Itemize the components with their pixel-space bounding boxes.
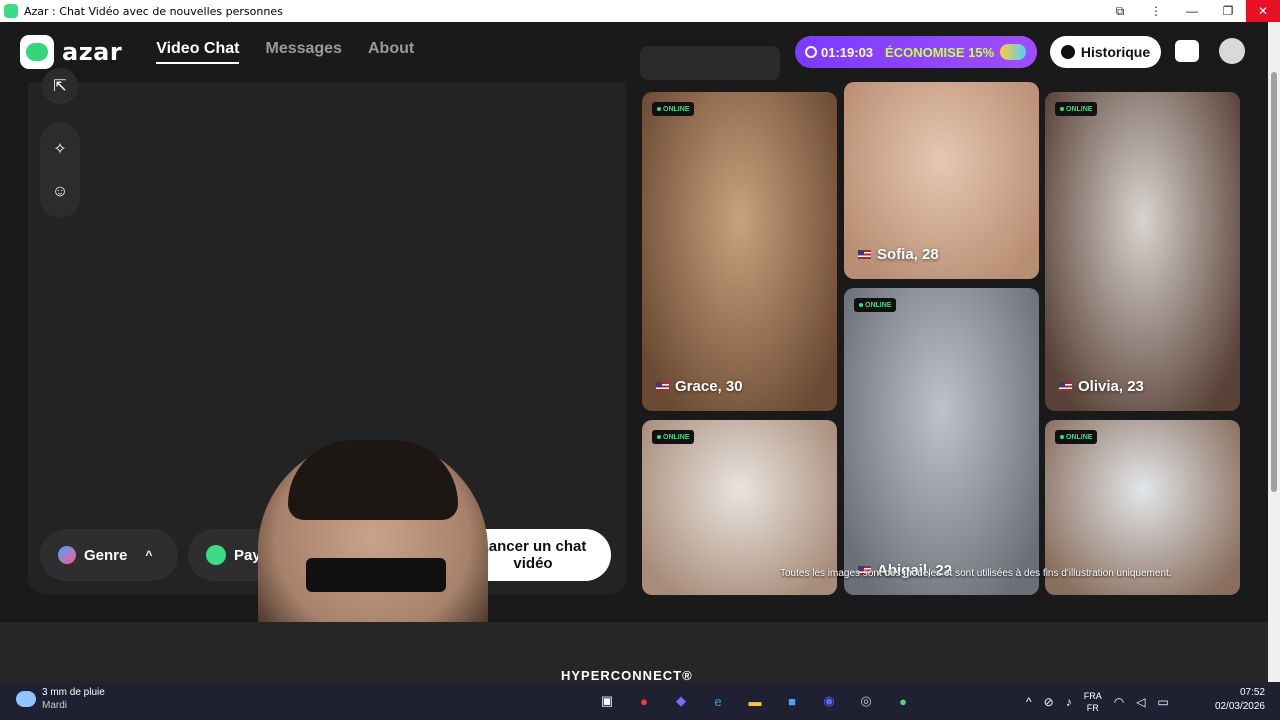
online-badge: ONLINE (652, 102, 695, 116)
profile-name: Sofia, 28 (858, 246, 939, 263)
coins-icon (1000, 44, 1027, 60)
online-badge: ONLINE (1055, 102, 1098, 116)
extension-icon[interactable]: ⧉ (1102, 0, 1138, 22)
us-flag-icon (656, 382, 669, 391)
promo-timer: 01:19:03 (821, 44, 874, 60)
minimize-button[interactable]: — (1174, 0, 1210, 22)
lang-line1: FRA (1083, 691, 1102, 701)
scrollbar[interactable] (1268, 22, 1280, 682)
webcam-hair (288, 440, 458, 520)
online-badge: ONLINE (1055, 430, 1098, 444)
promo-label: ÉCONOMISE 15% (885, 44, 995, 60)
globe-icon (206, 545, 226, 565)
footer-brand: HYPERCONNECT® (561, 668, 693, 683)
nav-messages[interactable]: Messages (265, 40, 342, 64)
online-badge: ONLINE (652, 430, 695, 444)
clock-date: 02/03/2026 (1214, 701, 1265, 712)
chevron-up-icon: ^ (145, 548, 153, 562)
profile-name-text: Sofia, 28 (877, 246, 939, 263)
expand-icon[interactable]: ⇱ (42, 68, 78, 104)
window-title: Azar : Chat Vidéo avec de nouvelles pers… (24, 4, 283, 18)
profile-card[interactable]: Sofia, 28 (844, 82, 1039, 279)
taskbar-apps: ▣ ● ◆ e ▬ ■ ◉ ◎ ● (595, 689, 915, 713)
store-icon[interactable] (1175, 40, 1199, 62)
gender-label: Genre (84, 546, 128, 564)
history-button[interactable]: Historique (1050, 36, 1161, 68)
webcam-glasses (306, 558, 446, 592)
task-view-icon[interactable]: ▣ (595, 689, 619, 713)
azar-logo-icon (20, 35, 54, 69)
chrome-icon[interactable]: ● (632, 689, 656, 713)
weather-text: 3 mm de pluie (42, 687, 105, 698)
taskbar-clock[interactable]: 07:52 02/03/2026 (1205, 686, 1265, 714)
close-button[interactable]: ✕ (1246, 0, 1280, 22)
camera-off-icon[interactable]: ⊘ (1044, 695, 1054, 709)
lang-line2: FR (1086, 703, 1099, 713)
nav-video-chat[interactable]: Video Chat (156, 40, 240, 64)
weather-day: Mardi (42, 700, 68, 711)
profile-card[interactable]: ONLINE Abigail, 22 (844, 288, 1039, 595)
profile-card[interactable]: ONLINE Olivia, 23 (1045, 92, 1240, 411)
tray-chevron-icon[interactable]: ^ (1026, 695, 1032, 709)
obs-icon[interactable]: ◎ (854, 689, 878, 713)
online-badge: ONLINE (854, 298, 897, 312)
profile-name: Grace, 30 (656, 378, 743, 395)
discord-icon[interactable]: ◉ (817, 689, 841, 713)
edge-icon[interactable]: e (706, 689, 730, 713)
promo-banner[interactable]: 01:19:03 ÉCONOMISE 15% (795, 36, 1037, 68)
avatar[interactable] (1219, 38, 1245, 64)
profile-name-text: Grace, 30 (675, 378, 743, 395)
history-label: Historique (1080, 44, 1151, 60)
azar-app-icon (4, 4, 18, 18)
language-indicator[interactable]: FRA FR (1084, 690, 1102, 714)
rain-cloud-icon (16, 691, 36, 707)
system-tray: ^ ⊘ ♪ FRA FR ◠ ◁ ▭ (1026, 690, 1169, 714)
menu-icon[interactable]: ⋮ (1138, 0, 1174, 22)
profile-name: Olivia, 23 (1059, 378, 1144, 395)
magic-wand-icon[interactable]: ✧ (42, 131, 78, 167)
history-icon (1060, 45, 1075, 59)
store-icon[interactable]: ■ (780, 689, 804, 713)
azar-icon[interactable]: ● (891, 689, 915, 713)
profile-card[interactable]: ONLINE Grace, 30 (642, 92, 837, 411)
weather-widget[interactable]: 3 mm de pluie Mardi (16, 686, 105, 712)
copilot-icon[interactable]: ◆ (669, 689, 693, 713)
clock-icon (805, 46, 817, 58)
microphone-icon[interactable]: ♪ (1066, 695, 1072, 709)
us-flag-icon (858, 250, 871, 259)
face-sticker-icon[interactable]: ☺ (42, 174, 78, 210)
main-nav: Video Chat Messages About (156, 40, 414, 64)
scrollbar-thumb[interactable] (1271, 72, 1277, 492)
us-flag-icon (1059, 382, 1072, 391)
blurred-header-item (640, 46, 780, 80)
gender-icon (58, 546, 76, 564)
profile-name-text: Olivia, 23 (1078, 378, 1144, 395)
windows-taskbar: 3 mm de pluie Mardi ▣ ● ◆ e ▬ ■ ◉ ◎ ● ^ ⊘ ♪ FRA … (0, 682, 1280, 720)
gender-filter-button[interactable]: Genre ^ (40, 529, 178, 581)
launch-label-line2: vidéo (513, 555, 553, 572)
nav-about[interactable]: About (368, 40, 414, 64)
volume-icon[interactable]: ◁ (1136, 695, 1145, 709)
logo-text: azar (62, 38, 123, 66)
azar-logo[interactable]: azar (20, 35, 122, 69)
battery-icon[interactable]: ▭ (1157, 695, 1168, 709)
window-titlebar: Azar : Chat Vidéo avec de nouvelles pers… (0, 0, 1280, 22)
disclaimer-text: Toutes les images sont des modèles et so… (780, 568, 1172, 579)
wifi-icon[interactable]: ◠ (1114, 695, 1124, 709)
file-explorer-icon[interactable]: ▬ (743, 689, 767, 713)
launch-label-line1: Lancer un chat (479, 538, 587, 555)
clock-time: 07:52 (1239, 687, 1265, 698)
app-header: azar Video Chat Messages About 01:19:03 … (0, 22, 1268, 82)
restore-button[interactable]: ❐ (1210, 0, 1246, 22)
